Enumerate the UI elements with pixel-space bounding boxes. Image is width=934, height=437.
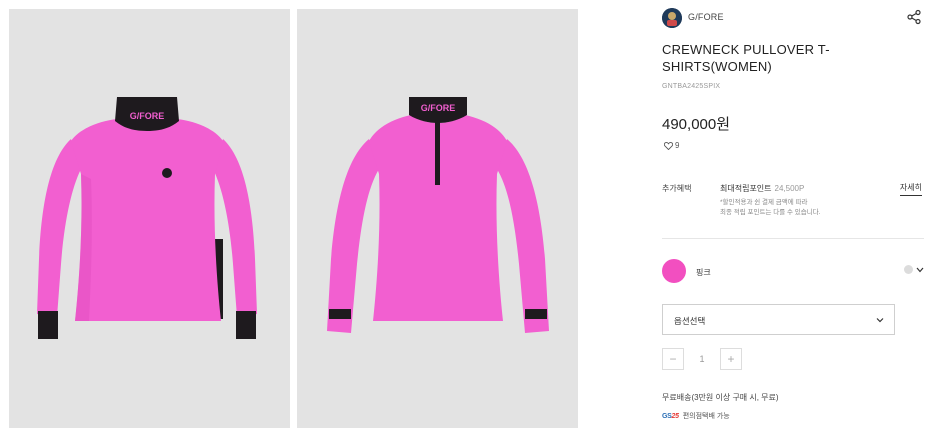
benefit-note: *할인적용과 쉰 결제 금액에 따라 최종 적립 포인트는 다를 수 있습니다. xyxy=(720,198,870,218)
color-name: 핑크 xyxy=(696,268,711,277)
right-cuff xyxy=(525,309,547,319)
chest-logo xyxy=(162,168,172,178)
product-image-front[interactable]: G/FORE xyxy=(9,9,290,428)
quantity-increase-button[interactable]: + xyxy=(720,348,742,370)
benefit-title: 최대적립포인트 xyxy=(720,184,772,193)
benefit-label: 추가혜택 xyxy=(662,184,692,193)
front-sweater-illustration: G/FORE xyxy=(37,97,257,339)
brand-logo-icon[interactable] xyxy=(662,8,682,28)
right-cuff xyxy=(236,311,256,339)
benefit-note-line-2: 최종 적립 포인트는 다를 수 있습니다. xyxy=(720,209,821,216)
product-info-panel: G/FORE CREWNECK PULLOVER T-SHIRTS(WOMEN)… xyxy=(662,0,924,437)
shipping-info: 무료배송(3만원 이상 구매 시, 무료) xyxy=(662,393,779,402)
gs25-logo-a: GS xyxy=(662,412,672,420)
left-sleeve xyxy=(37,139,81,317)
wish-count: 9 xyxy=(675,141,680,150)
collar-logo-text: G/FORE xyxy=(130,111,165,121)
back-sweater-illustration: G/FORE xyxy=(327,97,549,333)
product-gallery: G/FORE G/FORE xyxy=(0,0,600,437)
color-dot-icon xyxy=(904,265,913,274)
divider xyxy=(662,238,924,239)
option-select-label: 옵션선택 xyxy=(674,316,706,326)
heart-icon xyxy=(664,141,673,150)
brand-row: G/FORE xyxy=(662,8,924,28)
left-sleeve xyxy=(327,139,379,333)
color-dropdown-toggle[interactable] xyxy=(904,265,924,274)
color-swatch-pink[interactable] xyxy=(662,259,686,283)
benefit-points-value: 24,500P xyxy=(774,184,805,193)
sweater-body xyxy=(71,119,223,321)
gs25-logo-icon: GS25 xyxy=(662,413,679,420)
collar-logo-text: G/FORE xyxy=(421,103,456,113)
cvs-delivery-text: 편의점택배 가능 xyxy=(682,413,730,420)
share-icon[interactable] xyxy=(906,9,922,25)
product-title: CREWNECK PULLOVER T-SHIRTS(WOMEN) xyxy=(662,42,830,74)
benefit-points: 최대적립포인트 24,500P xyxy=(720,183,804,194)
option-select[interactable]: 옵션선택 xyxy=(662,304,895,335)
body-shade xyxy=(75,174,92,321)
benefit-detail-link[interactable]: 자세히 xyxy=(899,182,922,196)
brand-name[interactable]: G/FORE xyxy=(688,12,724,22)
quantity-value[interactable]: 1 xyxy=(684,354,720,364)
wish-button[interactable]: 9 xyxy=(664,141,679,150)
quantity-decrease-button[interactable]: − xyxy=(662,348,684,370)
product-price: 490,000원 xyxy=(662,116,731,133)
color-option-row: 핑크 xyxy=(662,259,924,283)
chevron-down-icon xyxy=(876,318,884,323)
quantity-stepper: − 1 + xyxy=(662,346,742,372)
product-sku: GNTBA2425SPIX xyxy=(662,83,721,90)
left-cuff xyxy=(329,309,351,319)
back-zipper xyxy=(435,115,440,185)
benefit-note-line-1: *할인적용과 쉰 결제 금액에 따라 xyxy=(720,199,808,206)
chevron-down-icon xyxy=(916,267,924,272)
gs25-logo-b: 25 xyxy=(671,412,679,420)
left-cuff xyxy=(38,311,58,339)
cvs-delivery: GS25 편의점택배 가능 xyxy=(662,411,730,421)
right-sleeve xyxy=(497,139,549,333)
product-image-back[interactable]: G/FORE xyxy=(297,9,578,428)
